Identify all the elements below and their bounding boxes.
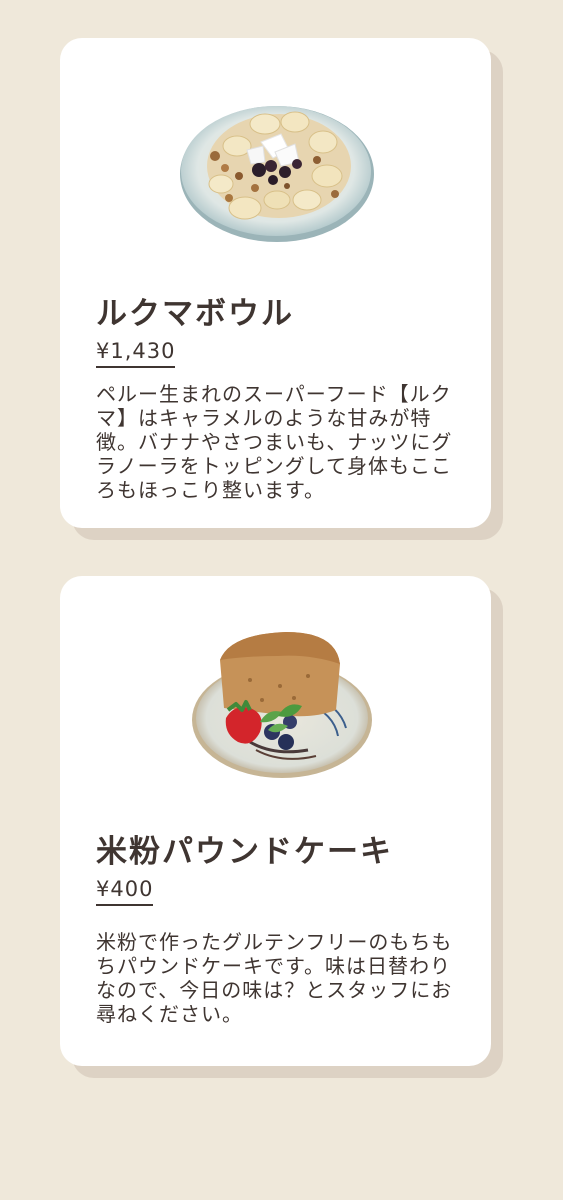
menu-item-description: 米粉で作ったグルテンフリーのもちもちパウンドケーキです。味は日替わりなので、今日…	[96, 930, 453, 1026]
menu-item-name: 米粉パウンドケーキ	[96, 834, 393, 870]
menu-card: 米粉パウンドケーキ ¥400 米粉で作ったグルテンフリーのもちもちパウンドケーキ…	[60, 576, 491, 1066]
menu-card-lucuma-bowl: ルクマボウル ¥1,430 ペルー生まれのスーパーフード【ルクマ】はキャラメルの…	[60, 38, 503, 540]
menu-item-name: ルクマボウル	[96, 296, 294, 332]
menu-item-description: ペルー生まれのスーパーフード【ルクマ】はキャラメルのような甘みが特徴。バナナやさ…	[96, 382, 453, 502]
pound-cake-image	[192, 632, 372, 778]
menu-page: { "menu": { "items": [ { "image_alt": "ル…	[0, 0, 563, 1200]
menu-item-price: ¥1,430	[96, 338, 176, 368]
menu-item-price: ¥400	[96, 876, 154, 906]
menu-card: ルクマボウル ¥1,430 ペルー生まれのスーパーフード【ルクマ】はキャラメルの…	[60, 38, 491, 528]
lucuma-bowl-image	[180, 106, 374, 242]
menu-card-pound-cake: 米粉パウンドケーキ ¥400 米粉で作ったグルテンフリーのもちもちパウンドケーキ…	[60, 576, 503, 1078]
